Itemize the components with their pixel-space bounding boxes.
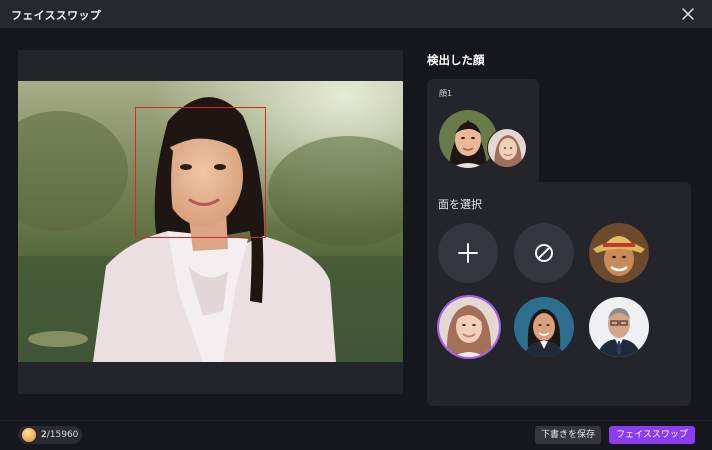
source-photo	[18, 81, 403, 362]
credits-total: /15960	[46, 430, 79, 440]
close-button[interactable]	[678, 4, 698, 24]
face-label: 顔1	[439, 89, 453, 98]
detected-face-box	[135, 107, 266, 238]
coin-icon	[22, 428, 36, 442]
save-draft-button[interactable]: 下書きを保存	[535, 426, 601, 444]
window-title: フェイススワップ	[11, 9, 102, 22]
footer-bar	[0, 420, 712, 450]
credits-counter: 2/15960	[41, 430, 78, 440]
detected-faces-title: 検出した顔	[427, 53, 485, 67]
close-icon	[682, 8, 694, 20]
selected-face-thumbnail	[487, 128, 527, 168]
no-face-button[interactable]	[514, 223, 574, 283]
face-option-businesswoman[interactable]	[514, 297, 574, 357]
select-face-title: 面を選択	[438, 198, 482, 211]
face-option-straw-hat[interactable]	[589, 223, 649, 283]
face-option-woman-smiling[interactable]	[439, 297, 499, 357]
select-face-panel	[427, 182, 691, 406]
prohibit-icon	[535, 244, 553, 262]
preview-panel	[18, 50, 403, 394]
face-option-businessman[interactable]	[589, 297, 649, 357]
title-bar	[0, 0, 712, 28]
add-face-button[interactable]	[438, 223, 498, 283]
face-swap-button[interactable]: フェイススワップ	[609, 426, 695, 444]
plus-icon	[458, 243, 478, 263]
